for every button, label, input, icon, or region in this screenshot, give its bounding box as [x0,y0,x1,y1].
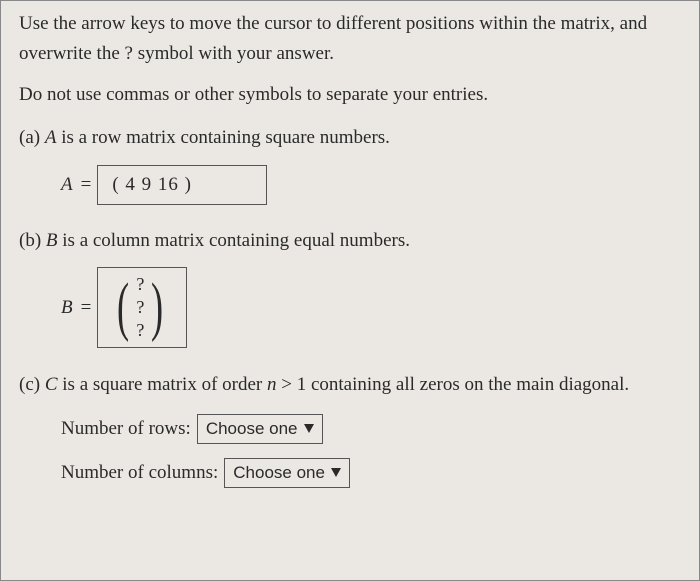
instructions-line-2: Do not use commas or other symbols to se… [19,80,681,110]
matrix-b-cell-1[interactable]: ? [136,297,144,318]
columns-dropdown-text: Choose one [233,463,325,483]
part-a: (a) A is a row matrix containing square … [19,124,681,205]
part-c: (c) C is a square matrix of order n > 1 … [19,370,681,487]
question-page: Use the arrow keys to move the cursor to… [0,0,700,581]
rows-dropdown[interactable]: Choose one [197,414,323,444]
part-b-lhs: B [61,297,73,319]
part-c-label: (c) [19,374,40,395]
matrix-a-input[interactable]: ( 4 9 16 ) [97,165,267,205]
part-b-text: is a column matrix containing equal numb… [58,230,410,251]
part-a-equation: A = ( 4 9 16 ) [61,165,681,205]
part-a-var: A [45,127,57,148]
matrix-a-value: ( 4 9 16 ) [112,174,192,196]
equals-sign: = [81,174,92,196]
right-paren-icon: ) [146,281,168,334]
rows-label: Number of rows: [61,418,191,440]
matrix-b-cells: ? ? ? [134,274,146,341]
rows-field: Number of rows: Choose one [61,414,681,444]
instructions-line-1: Use the arrow keys to move the cursor to… [19,9,681,70]
part-c-text-1: is a square matrix of order [58,374,267,395]
part-b-equation: B = ( ? ? ? ) [61,267,681,348]
chevron-down-icon [304,424,314,433]
part-c-n: n [267,374,277,395]
matrix-b-cell-0[interactable]: ? [136,274,144,295]
columns-field: Number of columns: Choose one [61,458,681,488]
part-a-text: is a row matrix containing square number… [56,127,389,148]
part-b-var: B [46,230,58,251]
columns-label: Number of columns: [61,462,218,484]
part-c-prompt: (c) C is a square matrix of order n > 1 … [47,370,681,399]
part-a-label: (a) [19,127,40,148]
matrix-b-cell-2[interactable]: ? [136,320,144,341]
part-a-lhs: A [61,174,73,196]
columns-dropdown[interactable]: Choose one [224,458,350,488]
part-b-label: (b) [19,230,41,251]
part-c-text-2: > 1 containing all zeros on the main dia… [277,374,630,395]
rows-dropdown-text: Choose one [206,419,298,439]
equals-sign: = [81,297,92,319]
part-b-prompt: (b) B is a column matrix containing equa… [19,227,681,256]
chevron-down-icon [331,468,341,477]
left-paren-icon: ( [112,281,134,334]
part-c-var: C [45,374,58,395]
part-b: (b) B is a column matrix containing equa… [19,227,681,349]
part-a-prompt: (a) A is a row matrix containing square … [19,124,681,153]
matrix-b-input[interactable]: ( ? ? ? ) [97,267,187,348]
